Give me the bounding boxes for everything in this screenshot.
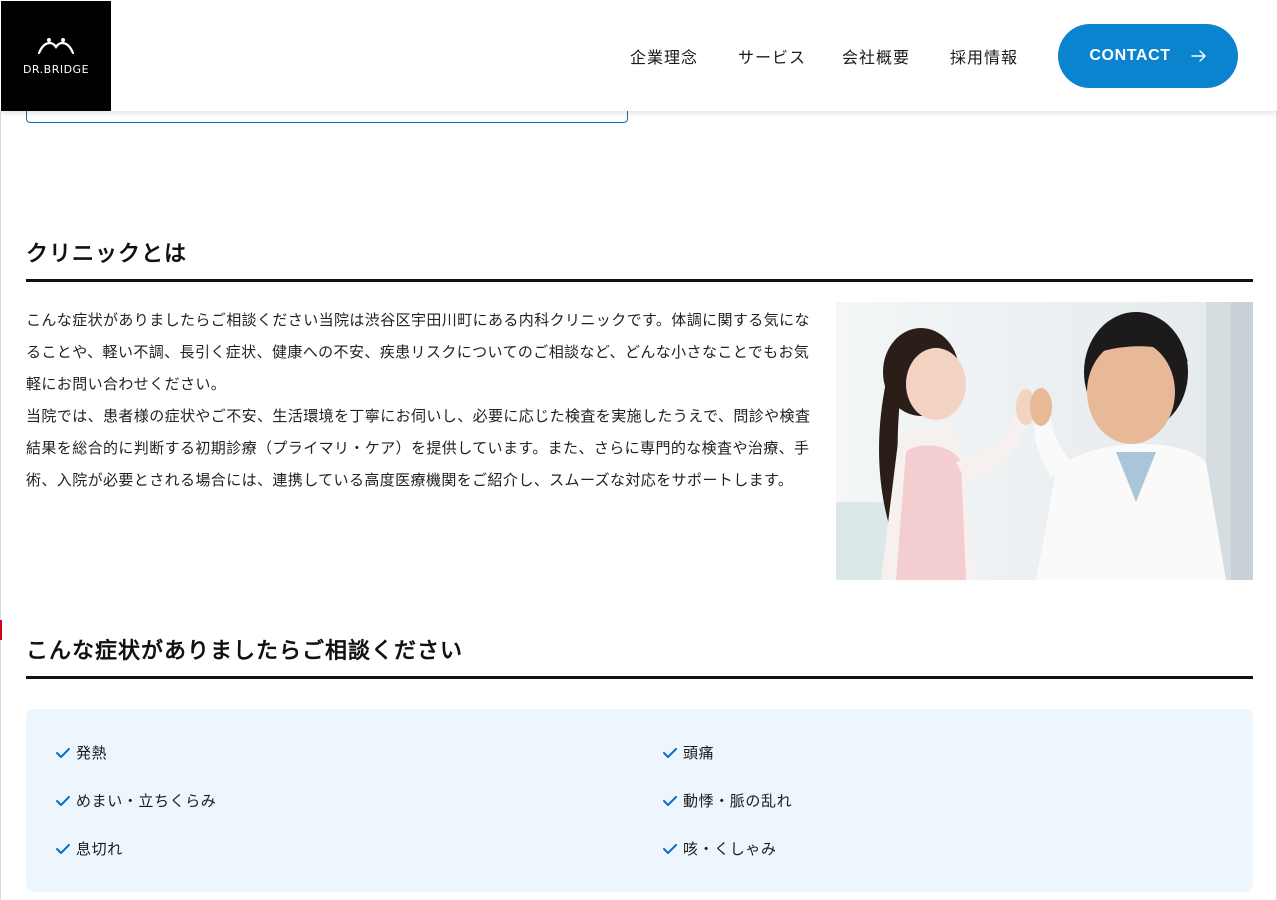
list-item: 咳・くしゃみ <box>663 838 777 859</box>
list-item: めまい・立ちくらみ <box>56 790 216 811</box>
site-header: DR.BRIDGE 企業理念 サービス 会社概要 採用情報 CONTACT <box>0 0 1277 111</box>
side-marker <box>0 620 2 640</box>
arrow-right-icon <box>1190 50 1206 62</box>
symptoms-section-title: こんな症状がありましたらご相談ください <box>26 639 464 664</box>
symptom-label: めまい・立ちくらみ <box>76 792 217 810</box>
checkmark-icon <box>663 795 677 806</box>
logo-text: DR.BRIDGE <box>22 63 90 76</box>
clinic-title-rule <box>26 279 1253 282</box>
symptoms-title-rule <box>26 676 1253 679</box>
nav-item-philosophy[interactable]: 企業理念 <box>630 44 698 68</box>
symptom-label: 動悸・脈の乱れ <box>683 792 793 810</box>
symptoms-list: 発熱 頭痛 めまい・立ちくらみ 動悸・脈の乱れ 息切れ 咳・くしゃみ <box>26 709 1253 892</box>
contact-button-label: CONTACT <box>1089 47 1171 64</box>
checkmark-icon <box>56 843 70 854</box>
symptom-label: 咳・くしゃみ <box>683 840 777 858</box>
checkmark-icon <box>56 747 70 758</box>
checkmark-icon <box>56 795 70 806</box>
clinic-paragraph-1: こんな症状がありましたらご相談ください当院は渋谷区宇田川町にある内科クリニックで… <box>26 311 810 393</box>
window-left-border <box>0 0 1 900</box>
doctor-child-photo <box>836 302 1253 580</box>
doctor-child-illustration <box>836 302 1253 580</box>
checkmark-icon <box>663 843 677 854</box>
nav-item-recruit[interactable]: 採用情報 <box>950 44 1018 68</box>
logo-bridge-icon <box>37 38 75 55</box>
symptom-label: 息切れ <box>76 840 123 858</box>
nav-item-company[interactable]: 会社概要 <box>842 44 910 68</box>
list-item: 息切れ <box>56 838 123 859</box>
symptom-label: 頭痛 <box>683 744 715 762</box>
clinic-section-title: クリニックとは <box>26 242 188 267</box>
symptom-label: 発熱 <box>76 744 108 762</box>
list-item: 発熱 <box>56 742 107 763</box>
clinic-paragraph-2: 当院では、患者様の症状やご不安、生活環境を丁寧にお伺いし、必要に応じた検査を実施… <box>26 407 811 489</box>
checkmark-icon <box>663 747 677 758</box>
logo[interactable]: DR.BRIDGE <box>1 1 111 111</box>
clinic-description: こんな症状がありましたらご相談ください当院は渋谷区宇田川町にある内科クリニックで… <box>26 304 811 496</box>
nav-item-service[interactable]: サービス <box>738 44 806 68</box>
list-item: 動悸・脈の乱れ <box>663 790 792 811</box>
list-item: 頭痛 <box>663 742 714 763</box>
contact-button[interactable]: CONTACT <box>1058 24 1238 88</box>
